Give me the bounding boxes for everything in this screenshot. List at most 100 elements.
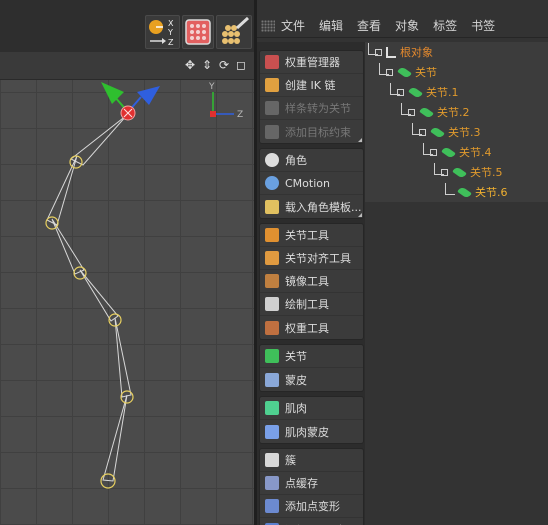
tool-button: 样条转为关节 [260, 97, 363, 120]
tool-button[interactable]: 添加点变形 [260, 495, 363, 518]
tool-button-label: 角色 [285, 154, 307, 167]
collapse-toggle-icon[interactable] [430, 148, 437, 156]
tool-button-label: 样条转为关节 [285, 102, 351, 115]
tool-button-label: CMotion [285, 176, 330, 190]
collapse-toggle-icon[interactable] [408, 108, 415, 116]
3d-viewport[interactable]: ✥ ⇕ ⟳ ◻ Y Z [0, 52, 254, 525]
collapse-toggle-icon[interactable] [441, 168, 448, 176]
null-object-icon [386, 46, 396, 58]
menu-objects[interactable]: 对象 [395, 17, 419, 34]
character-template-icon [265, 199, 279, 214]
tool-button[interactable]: 添加 PSR 变形 [260, 518, 363, 525]
tool-button[interactable]: 点缓存 [260, 472, 363, 495]
joint-icon [419, 105, 434, 119]
joint-icon [452, 165, 467, 179]
collapse-toggle-icon[interactable] [375, 48, 382, 56]
tool-button-label: 簇 [285, 454, 296, 467]
muscle-icon [265, 401, 279, 415]
gizmo-y-arrow[interactable] [101, 82, 124, 104]
tool-group: 权重管理器创建 IK 链样条转为关节添加目标约束 [259, 50, 364, 144]
tool-button[interactable]: 关节对齐工具 [260, 247, 363, 270]
tool-button[interactable]: CMotion [260, 172, 363, 195]
object-row[interactable]: 根对象 [365, 42, 548, 62]
joint-ring[interactable] [73, 266, 87, 280]
coordinate-system-button[interactable]: X Y Z [145, 15, 180, 49]
menu-edit[interactable]: 编辑 [319, 17, 343, 34]
tool-button-label: 肌肉 [285, 402, 307, 415]
tool-button-label: 点缓存 [285, 477, 318, 490]
bone-5 [114, 317, 132, 398]
muscle-skin-icon [265, 424, 279, 439]
tool-button[interactable]: 关节工具 [260, 224, 363, 247]
tool-button[interactable]: 角色 [260, 149, 363, 172]
tool-button[interactable]: 肌肉蒙皮 [260, 420, 363, 443]
tool-group: 肌肉 肌肉蒙皮 [259, 396, 364, 444]
object-row[interactable]: 关节.5 [365, 162, 548, 182]
tool-button[interactable]: 权重工具 [260, 316, 363, 339]
ik-chain-icon [265, 78, 279, 92]
weight-tool-icon [265, 320, 279, 335]
mirror-tool-icon [265, 274, 279, 288]
tool-button[interactable]: 创建 IK 链 [260, 74, 363, 97]
object-row[interactable]: 关节 [365, 62, 548, 82]
tool-button[interactable]: 关节 [260, 345, 363, 368]
tool-button[interactable]: 绘制工具 [260, 293, 363, 316]
collapse-toggle-icon[interactable] [419, 128, 426, 136]
tool-group: 关节工具关节对齐工具镜像工具绘制工具权重工具 [259, 223, 364, 340]
menu-tags[interactable]: 标签 [433, 17, 457, 34]
menu-view[interactable]: 查看 [357, 17, 381, 34]
bone-6 [102, 394, 128, 482]
axis-label-y: Y [208, 82, 215, 92]
object-row[interactable]: 关节.4 [365, 142, 548, 162]
render-grid-icon [185, 19, 211, 45]
collapse-toggle-icon[interactable] [397, 88, 404, 96]
tool-button-label: 绘制工具 [285, 298, 329, 311]
tool-button[interactable]: 蒙皮 [260, 368, 363, 391]
object-manager-list: 根对象关节 关节.1 关节.2 关节.3 关节.4 关节.5 关节.6 [365, 38, 548, 525]
object-name: 根对象 [400, 46, 433, 59]
tool-button: 添加目标约束 [260, 120, 363, 143]
menu-file[interactable]: 文件 [281, 17, 305, 34]
gizmo-z-arrow[interactable] [137, 86, 160, 105]
tool-button-label: 权重管理器 [285, 56, 340, 69]
object-manager-menubar: 文件 编辑 查看 对象 标签 书签 [257, 14, 548, 38]
skin-icon [265, 372, 279, 387]
cluster-icon [265, 453, 279, 467]
object-name: 关节.2 [437, 106, 470, 119]
move-gizmo[interactable] [101, 82, 160, 121]
menu-bookmarks[interactable]: 书签 [471, 17, 495, 34]
object-row[interactable]: 关节.1 [365, 82, 548, 102]
render-region-button[interactable] [182, 15, 214, 49]
tool-button[interactable]: 载入角色模板... [260, 195, 363, 218]
tool-button-label: 添加 PSR 变形 [285, 522, 357, 525]
joint-icon [457, 185, 472, 199]
weight-manager-icon [265, 55, 279, 69]
joint-icon [408, 85, 423, 99]
coordinate-system-icon: X Y Z [149, 19, 174, 47]
render-brush-icon [222, 16, 250, 44]
submenu-indicator-icon [358, 213, 362, 217]
axis-indicator: Y Z [208, 82, 243, 120]
render-settings-button[interactable] [216, 15, 252, 49]
panel-grip-handle[interactable] [261, 19, 275, 32]
object-row[interactable]: 关节.2 [365, 102, 548, 122]
joint-chain-drawing: Y Z [45, 82, 243, 489]
tool-button[interactable]: 镜像工具 [260, 270, 363, 293]
joint-icon [441, 145, 456, 159]
tool-group: 关节蒙皮 [259, 344, 364, 392]
object-row[interactable]: 关节.3 [365, 122, 548, 142]
tool-button-label: 关节对齐工具 [285, 252, 351, 265]
tool-button[interactable]: 肌肉 [260, 397, 363, 420]
tool-button-label: 肌肉蒙皮 [285, 425, 329, 439]
axis-letter-y: Y [167, 28, 173, 37]
right-panel: 文件 编辑 查看 对象 标签 书签 权重管理器创建 IK 链样条转为关节添加目标… [257, 0, 548, 525]
tool-button[interactable]: 权重管理器 [260, 51, 363, 74]
object-name: 关节.4 [459, 146, 492, 159]
object-name: 关节.5 [470, 166, 503, 179]
tool-button[interactable]: 簇 [260, 449, 363, 472]
joint-align-icon [265, 251, 279, 265]
tool-button-label: 关节 [285, 350, 307, 363]
object-row[interactable]: 关节.6 [365, 182, 548, 202]
collapse-toggle-icon[interactable] [386, 68, 393, 76]
joint-icon [265, 349, 279, 363]
